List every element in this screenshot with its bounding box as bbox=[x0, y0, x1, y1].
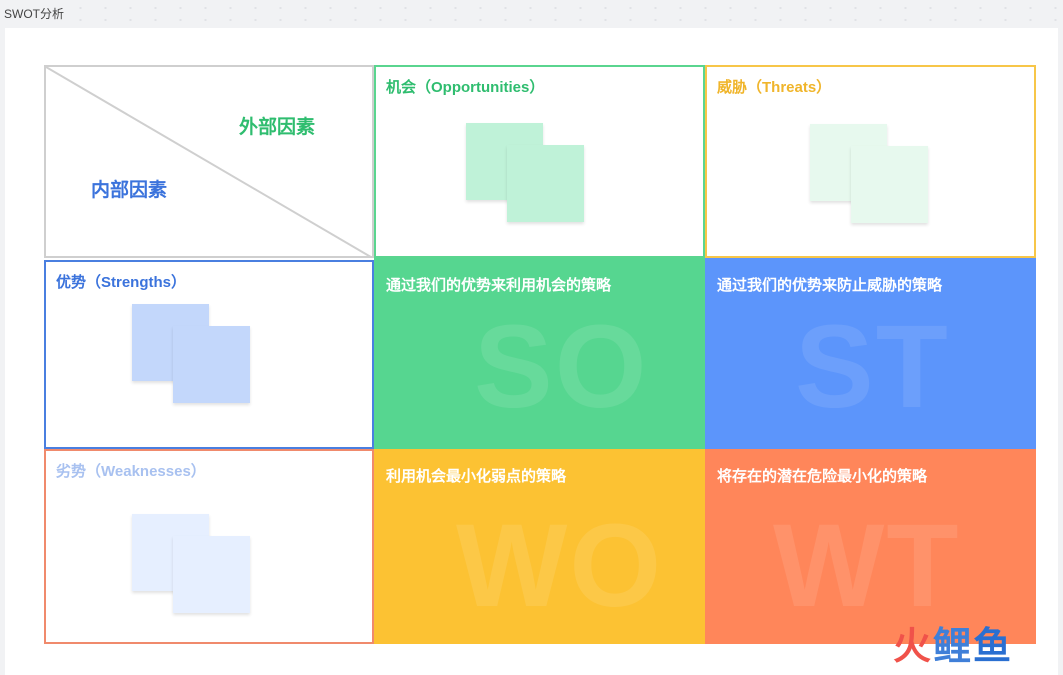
logo-char-1: 火 bbox=[893, 626, 934, 668]
swot-canvas[interactable]: 外部因素 内部因素 机会（Opportunities） 威胁（Threats） … bbox=[5, 28, 1058, 675]
so-strategy-text: 通过我们的优势来利用机会的策略 bbox=[386, 277, 612, 294]
opportunities-cell[interactable]: 机会（Opportunities） bbox=[374, 65, 705, 258]
st-strategy-text: 通过我们的优势来防止威胁的策略 bbox=[717, 277, 943, 294]
document-title: SWOT分析 bbox=[4, 5, 68, 22]
sticky-note[interactable] bbox=[507, 145, 584, 222]
opportunities-title: 机会（Opportunities） bbox=[386, 79, 545, 96]
st-quadrant[interactable]: 通过我们的优势来防止威胁的策略 ST bbox=[705, 258, 1036, 449]
top-bar: SWOT分析 bbox=[0, 0, 1063, 27]
so-watermark: SO bbox=[474, 301, 649, 433]
weaknesses-cell[interactable]: 劣势（Weaknesses） bbox=[44, 449, 374, 644]
strengths-title: 优势（Strengths） bbox=[56, 274, 187, 291]
corner-cell[interactable]: 外部因素 内部因素 bbox=[44, 65, 374, 258]
wo-quadrant[interactable]: 利用机会最小化弱点的策略 WO bbox=[374, 449, 705, 644]
wo-watermark: WO bbox=[456, 500, 664, 632]
weaknesses-title: 劣势（Weaknesses） bbox=[56, 463, 206, 480]
external-factors-label: 外部因素 bbox=[239, 117, 316, 138]
brand-logo: 火鲤鱼 bbox=[893, 628, 1013, 666]
sticky-note[interactable] bbox=[173, 326, 250, 403]
threats-title: 威胁（Threats） bbox=[717, 79, 832, 96]
wo-strategy-text: 利用机会最小化弱点的策略 bbox=[386, 468, 567, 485]
threats-cell[interactable]: 威胁（Threats） bbox=[705, 65, 1036, 258]
logo-char-2: 鲤 bbox=[933, 626, 974, 668]
corner-diagonal-line bbox=[46, 67, 372, 256]
wt-quadrant[interactable]: 将存在的潜在危险最小化的策略 WT bbox=[705, 449, 1036, 644]
so-quadrant[interactable]: 通过我们的优势来利用机会的策略 SO bbox=[374, 258, 705, 449]
sticky-note[interactable] bbox=[173, 536, 250, 613]
strengths-cell[interactable]: 优势（Strengths） bbox=[44, 260, 374, 449]
internal-factors-label: 内部因素 bbox=[91, 180, 168, 201]
wt-strategy-text: 将存在的潜在危险最小化的策略 bbox=[717, 468, 928, 485]
st-watermark: ST bbox=[795, 301, 950, 433]
logo-char-3: 鱼 bbox=[973, 626, 1014, 668]
wt-watermark: WT bbox=[773, 500, 961, 632]
sticky-note[interactable] bbox=[851, 146, 928, 223]
